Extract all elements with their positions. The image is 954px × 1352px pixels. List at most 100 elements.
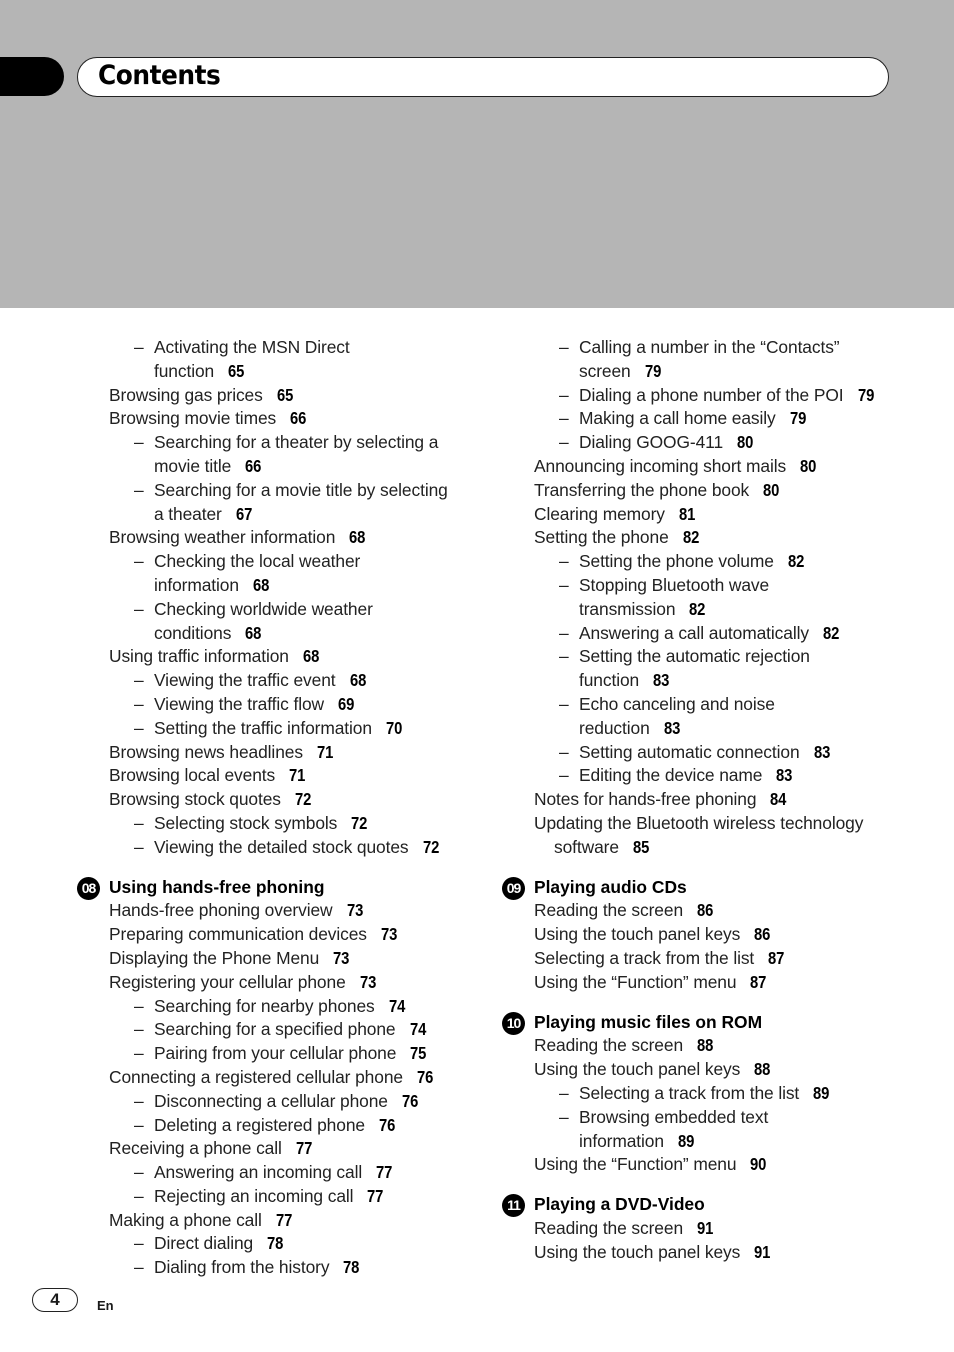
toc-subentry[interactable]: – Activating the MSN Direct [109, 336, 509, 360]
toc-subentry[interactable]: – Searching for nearby phones 74 [109, 995, 509, 1019]
toc-subentry[interactable]: – Selecting stock symbols 72 [109, 812, 509, 836]
toc-subentry[interactable]: – Dialing a phone number of the POI 79 [534, 384, 934, 408]
toc-subentry[interactable]: – Setting automatic connection 83 [534, 741, 934, 765]
toc-subentry[interactable]: – Checking the local weather [109, 550, 509, 574]
toc-entry-continuation[interactable]: screen 79 [534, 360, 934, 384]
entry-title: Setting the phone volume [579, 551, 774, 572]
toc-entry[interactable]: Announcing incoming short mails 80 [534, 455, 934, 479]
entry-page-number: 87 [768, 947, 785, 968]
toc-entry[interactable]: Updating the Bluetooth wireless technolo… [534, 812, 934, 836]
dash-bullet-icon: – [559, 741, 569, 762]
toc-entry-continuation[interactable]: conditions 68 [109, 622, 509, 646]
toc-subentry[interactable]: – Making a call home easily 79 [534, 407, 934, 431]
toc-entry-continuation[interactable]: information 68 [109, 574, 509, 598]
toc-entry[interactable]: Reading the screen 91 [534, 1217, 934, 1241]
toc-subentry[interactable]: – Viewing the detailed stock quotes 72 [109, 836, 509, 860]
toc-subentry[interactable]: – Setting the traffic information 70 [109, 717, 509, 741]
toc-subentry[interactable]: – Viewing the traffic event 68 [109, 669, 509, 693]
toc-entry[interactable]: Notes for hands-free phoning 84 [534, 788, 934, 812]
toc-subentry[interactable]: – Disconnecting a cellular phone 76 [109, 1090, 509, 1114]
toc-entry-continuation[interactable]: movie title 66 [109, 455, 509, 479]
entry-title: Reading the screen [534, 1217, 684, 1238]
entry-page-number: 78 [343, 1257, 360, 1278]
entry-title: Connecting a registered cellular phone [109, 1066, 403, 1087]
entry-title: Browsing stock quotes [109, 789, 281, 810]
toc-entry[interactable]: Transferring the phone book 80 [534, 479, 934, 503]
toc-subentry[interactable]: – Searching for a theater by selecting a [109, 431, 509, 455]
toc-entry[interactable]: Browsing local events 71 [109, 764, 509, 788]
toc-subentry[interactable]: – Dialing GOOG-411 80 [534, 431, 934, 455]
toc-entry-continuation[interactable]: function 65 [109, 360, 509, 384]
toc-entry-continuation[interactable]: function 83 [534, 669, 934, 693]
entry-title: Browsing weather information [109, 527, 336, 548]
toc-entry[interactable]: Reading the screen 88 [534, 1034, 934, 1058]
section-heading[interactable]: 10 Playing music files on ROM [502, 1011, 934, 1035]
toc-entry-continuation[interactable]: reduction 83 [534, 717, 934, 741]
entry-title: function [154, 360, 215, 381]
entry-title: Answering an incoming call [154, 1162, 363, 1183]
toc-subentry[interactable]: – Searching for a specified phone 74 [109, 1018, 509, 1042]
toc-subentry[interactable]: – Calling a number in the “Contacts” [534, 336, 934, 360]
toc-entry[interactable]: Browsing stock quotes 72 [109, 788, 509, 812]
toc-subentry[interactable]: – Dialing from the history 78 [109, 1256, 509, 1280]
entry-title: Deleting a registered phone [154, 1114, 365, 1135]
toc-entry[interactable]: Browsing movie times 66 [109, 407, 509, 431]
toc-entry[interactable]: Setting the phone 82 [534, 526, 934, 550]
toc-subentry[interactable]: – Echo canceling and noise [534, 693, 934, 717]
toc-entry[interactable]: Displaying the Phone Menu 73 [109, 947, 509, 971]
toc-subentry[interactable]: – Searching for a movie title by selectin… [109, 479, 509, 503]
entry-title: Using traffic information [109, 646, 289, 667]
toc-entry[interactable]: Browsing gas prices 65 [109, 384, 509, 408]
entry-page-number: 79 [644, 360, 661, 381]
toc-entry[interactable]: Hands-free phoning overview 73 [109, 899, 509, 923]
toc-subentry[interactable]: – Viewing the traffic flow 69 [109, 693, 509, 717]
section-heading[interactable]: 11 Playing a DVD-Video [502, 1193, 934, 1218]
toc-subentry[interactable]: – Direct dialing 78 [109, 1232, 509, 1256]
toc-entry[interactable]: Reading the screen 86 [534, 899, 934, 923]
toc-subentry[interactable]: – Answering an incoming call 77 [109, 1161, 509, 1185]
toc-subentry[interactable]: – Selecting a track from the list 89 [534, 1082, 934, 1106]
toc-entry[interactable]: Using the touch panel keys 91 [534, 1241, 934, 1265]
toc-entry[interactable]: Using the “Function” menu 87 [534, 971, 934, 995]
section-heading[interactable]: 09 Playing audio CDs [502, 876, 934, 900]
dash-bullet-icon: – [134, 551, 144, 572]
toc-subentry[interactable]: – Pairing from your cellular phone 75 [109, 1042, 509, 1066]
toc-entry[interactable]: Registering your cellular phone 73 [109, 971, 509, 995]
toc-entry-continuation[interactable]: information 89 [534, 1130, 934, 1154]
toc-subentry[interactable]: – Editing the device name 83 [534, 764, 934, 788]
entry-page-number: 77 [295, 1138, 313, 1159]
toc-entry[interactable]: Using the touch panel keys 86 [534, 923, 934, 947]
toc-entry[interactable]: Receiving a phone call 77 [109, 1137, 509, 1161]
entry-title: Viewing the traffic event [154, 670, 336, 691]
toc-subentry[interactable]: – Rejecting an incoming call 77 [109, 1185, 509, 1209]
section-title: Playing audio CDs [534, 876, 687, 897]
toc-entry-continuation[interactable]: transmission 82 [534, 598, 934, 622]
toc-subentry[interactable]: – Deleting a registered phone 76 [109, 1114, 509, 1138]
toc-subentry[interactable]: – Checking worldwide weather [109, 598, 509, 622]
toc-entry[interactable]: Using the “Function” menu 90 [534, 1153, 934, 1177]
toc-entry[interactable]: Connecting a registered cellular phone 76 [109, 1066, 509, 1090]
page-title: Contents [98, 60, 221, 91]
toc-entry[interactable]: Browsing news headlines 71 [109, 741, 509, 765]
toc-entry[interactable]: Using the touch panel keys 88 [534, 1058, 934, 1082]
toc-subentry[interactable]: – Answering a call automatically 82 [534, 622, 934, 646]
toc-entry[interactable]: Making a phone call 77 [109, 1209, 509, 1233]
toc-entry[interactable]: Using traffic information 68 [109, 645, 509, 669]
toc-entry-continuation[interactable]: a theater 67 [109, 503, 509, 527]
entry-title: Using the touch panel keys [534, 1059, 741, 1080]
entry-page-number: 73 [333, 947, 350, 968]
toc-subentry[interactable]: – Browsing embedded text [534, 1106, 934, 1130]
toc-entry[interactable]: Preparing communication devices 73 [109, 923, 509, 947]
toc-entry-continuation[interactable]: software 85 [534, 836, 934, 860]
dash-bullet-icon: – [134, 836, 144, 857]
dash-bullet-icon: – [134, 1233, 144, 1254]
toc-entry[interactable]: Selecting a track from the list 87 [534, 947, 934, 971]
toc-subentry[interactable]: – Setting the automatic rejection [534, 645, 934, 669]
entry-title: Browsing gas prices [109, 384, 263, 405]
section-heading[interactable]: 08 Using hands-free phoning [77, 876, 509, 900]
toc-entry[interactable]: Clearing memory 81 [534, 503, 934, 527]
toc-subentry[interactable]: – Setting the phone volume 82 [534, 550, 934, 574]
toc-subentry[interactable]: – Stopping Bluetooth wave [534, 574, 934, 598]
toc-entry[interactable]: Browsing weather information 68 [109, 526, 509, 550]
